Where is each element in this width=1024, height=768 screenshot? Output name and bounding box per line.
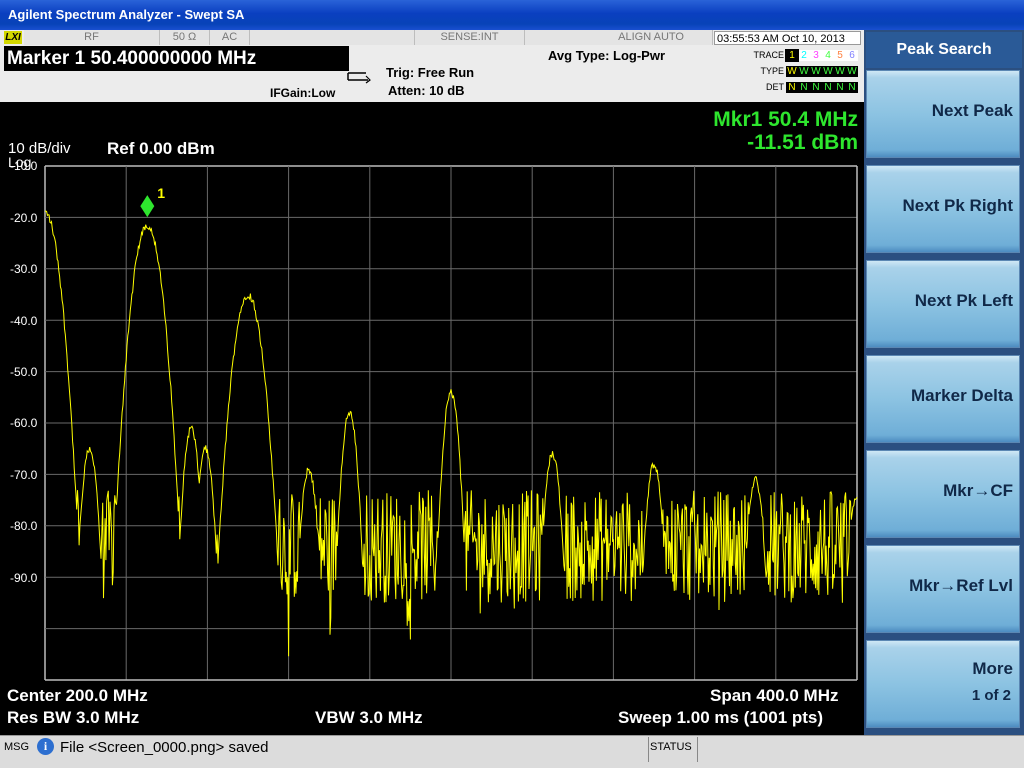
msg-label: MSG	[4, 741, 30, 753]
softkey-label: Mkr→Ref Lvl	[909, 576, 1013, 595]
ifgain-status: IFGain:Low	[270, 86, 336, 100]
softkey-label: Next Pk Right	[902, 196, 1013, 215]
trace-number-6: 6	[849, 50, 855, 61]
y-axis-label: -90.0	[10, 570, 38, 585]
status-divider	[648, 737, 649, 762]
trigger-status: Trig: Free Run	[386, 65, 475, 80]
trace-type-2: W	[799, 66, 809, 77]
softkey-label: Marker Delta	[910, 386, 1013, 405]
status-message: File <Screen_0000.png> saved	[60, 739, 269, 756]
span[interactable]: Span 400.0 MHz	[710, 686, 839, 706]
trace-type-6: W	[847, 66, 857, 77]
softkey-label: Mkr→CF	[943, 481, 1013, 500]
trace-indicators: 123456	[785, 49, 858, 62]
info-icon: i	[37, 738, 54, 755]
header-blank-cell	[250, 30, 415, 45]
y-axis-label: -40.0	[10, 313, 38, 328]
trace-detector-4: N	[824, 82, 832, 93]
mkr-to-cf-button[interactable]: Mkr→CF	[866, 450, 1020, 538]
y-axis-label: -10.0	[10, 159, 38, 174]
trace-number-4: 4	[825, 50, 831, 61]
lxi-icon: LXI	[4, 31, 22, 44]
trace-type-indicators: WWWWWW	[786, 66, 858, 77]
trace-detector-2: N	[800, 82, 808, 93]
softkey-page-indicator: 1 of 2	[971, 687, 1011, 704]
marker-frequency-readout: Mkr1 50.4 MHz	[713, 108, 858, 131]
next-pk-left-button[interactable]: Next Pk Left	[866, 260, 1020, 348]
active-marker-title[interactable]: Marker 1 50.400000000 MHz	[4, 46, 349, 71]
trace-number-3: 3	[813, 50, 819, 61]
trace-detector-1: N	[788, 82, 796, 93]
spectrum-graticule: 1	[44, 165, 858, 681]
trace-number-5: 5	[837, 50, 843, 61]
trace-type-4: W	[823, 66, 833, 77]
detector-indicators: NNNNNN	[786, 82, 858, 93]
center-frequency[interactable]: Center 200.0 MHz	[7, 686, 148, 706]
trace-detector-6: N	[848, 82, 856, 93]
marker-amplitude-readout: -11.51 dBm	[747, 131, 858, 154]
attenuation-status: Atten: 10 dB	[388, 83, 465, 98]
trace-type-3: W	[811, 66, 821, 77]
y-axis-label: -70.0	[10, 467, 38, 482]
det-label: DET	[766, 82, 784, 92]
more-button[interactable]: More 1 of 2	[866, 640, 1020, 728]
next-pk-right-button[interactable]: Next Pk Right	[866, 165, 1020, 253]
reference-level[interactable]: Ref 0.00 dBm	[107, 139, 215, 159]
y-axis-label: -20.0	[10, 210, 38, 225]
trigger-icon	[347, 72, 371, 84]
y-axis-label: -50.0	[10, 365, 38, 379]
y-axis-label: -30.0	[10, 262, 38, 277]
trace-type-1: W	[787, 66, 797, 77]
trace-type-5: W	[835, 66, 845, 77]
date-time: 03:55:53 AM Oct 10, 2013	[714, 31, 861, 45]
align-indicator: ALIGN AUTO	[525, 30, 713, 45]
avg-type-status: Avg Type: Log-Pwr	[548, 48, 665, 63]
softkey-menu-title: Peak Search	[866, 32, 1022, 68]
rf-input-indicator: RF	[24, 30, 160, 45]
trace-number-1: 1	[785, 49, 799, 62]
resolution-bandwidth[interactable]: Res BW 3.0 MHz	[7, 708, 139, 728]
trace-number-2: 2	[801, 50, 807, 61]
status-divider	[697, 737, 698, 762]
type-label: TYPE	[760, 66, 784, 76]
window-title: Agilent Spectrum Analyzer - Swept SA	[8, 7, 245, 22]
softkey-label: More	[972, 659, 1013, 678]
softkey-label: Next Pk Left	[914, 291, 1013, 310]
trace-detector-3: N	[812, 82, 820, 93]
marker-1-diamond[interactable]	[140, 195, 155, 218]
impedance-indicator: 50 Ω	[160, 30, 210, 45]
marker-1-label: 1	[157, 185, 165, 201]
y-axis-label: -80.0	[10, 519, 38, 534]
trace-label: TRACE	[753, 50, 784, 60]
sense-indicator: SENSE:INT	[415, 30, 525, 45]
softkey-label: Next Peak	[931, 101, 1013, 120]
y-axis-label: -60.0	[10, 416, 38, 431]
marker-delta-button[interactable]: Marker Delta	[866, 355, 1020, 443]
next-peak-button[interactable]: Next Peak	[866, 70, 1020, 158]
status-label: STATUS	[650, 741, 692, 753]
video-bandwidth[interactable]: VBW 3.0 MHz	[315, 708, 423, 728]
trace-detector-5: N	[836, 82, 844, 93]
mkr-to-ref-lvl-button[interactable]: Mkr→Ref Lvl	[866, 545, 1020, 633]
sweep-time[interactable]: Sweep 1.00 ms (1001 pts)	[618, 708, 823, 728]
coupling-indicator: AC	[210, 30, 250, 45]
